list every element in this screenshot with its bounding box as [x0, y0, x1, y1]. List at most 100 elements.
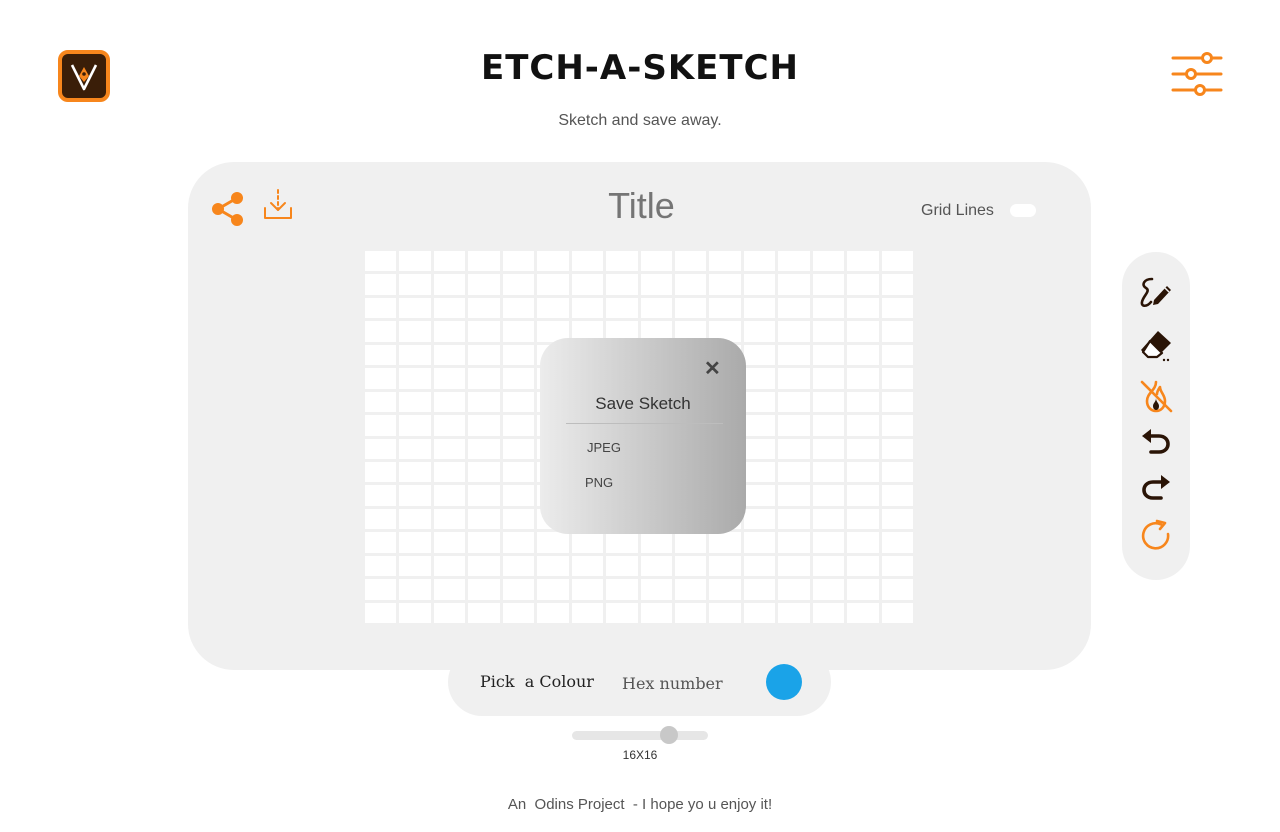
grid-cell[interactable]: [365, 251, 397, 272]
grid-cell[interactable]: [847, 579, 879, 600]
grid-cell[interactable]: [571, 274, 604, 295]
undo-button[interactable]: [1138, 424, 1174, 460]
grid-cell[interactable]: [399, 579, 431, 600]
grid-cell[interactable]: [537, 602, 569, 623]
grid-cell[interactable]: [743, 602, 776, 623]
grid-cell[interactable]: [399, 391, 431, 413]
grid-cell[interactable]: [399, 274, 431, 295]
grid-cell[interactable]: [433, 391, 466, 413]
grid-cell[interactable]: [881, 579, 913, 600]
grid-cell[interactable]: [502, 251, 535, 272]
grid-cell[interactable]: [502, 344, 535, 366]
grid-cell[interactable]: [468, 274, 500, 295]
grid-cell[interactable]: [571, 251, 604, 272]
grid-cell[interactable]: [640, 297, 672, 319]
grid-cell[interactable]: [743, 344, 776, 366]
grid-cell[interactable]: [433, 508, 466, 530]
grid-cell[interactable]: [468, 485, 500, 506]
grid-cell[interactable]: [468, 321, 500, 342]
draw-tool-button[interactable]: [1138, 274, 1174, 310]
grid-cell[interactable]: [468, 461, 500, 483]
grid-cell[interactable]: [743, 321, 776, 342]
grid-cell[interactable]: [365, 579, 397, 600]
grid-cell[interactable]: [881, 461, 913, 483]
grid-cell[interactable]: [812, 438, 845, 459]
grid-cell[interactable]: [399, 321, 431, 342]
grid-cell[interactable]: [468, 344, 500, 366]
grid-size-slider[interactable]: [572, 725, 708, 745]
grid-cell[interactable]: [606, 251, 638, 272]
grid-cell[interactable]: [399, 251, 431, 272]
grid-cell[interactable]: [468, 297, 500, 319]
grid-cell[interactable]: [812, 297, 845, 319]
grid-cell[interactable]: [365, 461, 397, 483]
grid-cell[interactable]: [606, 297, 638, 319]
grid-cell[interactable]: [812, 485, 845, 506]
grid-cell[interactable]: [847, 251, 879, 272]
grid-cell[interactable]: [640, 555, 672, 577]
grid-cell[interactable]: [778, 297, 810, 319]
grid-cell[interactable]: [778, 438, 810, 459]
grid-cell[interactable]: [571, 532, 604, 553]
grid-cell[interactable]: [606, 532, 638, 553]
redo-button[interactable]: [1138, 470, 1174, 506]
grid-cell[interactable]: [433, 555, 466, 577]
grid-cell[interactable]: [709, 251, 741, 272]
grid-cell[interactable]: [433, 415, 466, 436]
grid-cell[interactable]: [571, 297, 604, 319]
grid-cell[interactable]: [743, 438, 776, 459]
grid-cell[interactable]: [743, 391, 776, 413]
grid-cell[interactable]: [433, 251, 466, 272]
grid-cell[interactable]: [743, 461, 776, 483]
grid-cell[interactable]: [433, 532, 466, 553]
grid-cell[interactable]: [606, 602, 638, 623]
grid-cell[interactable]: [502, 555, 535, 577]
grid-cell[interactable]: [571, 602, 604, 623]
grid-cell[interactable]: [468, 579, 500, 600]
grid-cell[interactable]: [812, 251, 845, 272]
grid-cell[interactable]: [365, 344, 397, 366]
grid-cell[interactable]: [812, 602, 845, 623]
grid-cell[interactable]: [778, 274, 810, 295]
grid-cell[interactable]: [433, 297, 466, 319]
grid-cell[interactable]: [881, 344, 913, 366]
grid-cell[interactable]: [743, 508, 776, 530]
grid-cell[interactable]: [399, 555, 431, 577]
rainbow-tool-button[interactable]: [1138, 378, 1174, 414]
grid-cell[interactable]: [365, 391, 397, 413]
grid-lines-toggle[interactable]: [1010, 204, 1036, 217]
grid-cell[interactable]: [502, 485, 535, 506]
grid-cell[interactable]: [433, 274, 466, 295]
grid-cell[interactable]: [502, 368, 535, 389]
grid-cell[interactable]: [433, 461, 466, 483]
grid-cell[interactable]: [365, 274, 397, 295]
grid-cell[interactable]: [778, 391, 810, 413]
grid-cell[interactable]: [433, 485, 466, 506]
grid-cell[interactable]: [502, 274, 535, 295]
grid-cell[interactable]: [640, 579, 672, 600]
grid-cell[interactable]: [881, 297, 913, 319]
grid-cell[interactable]: [365, 555, 397, 577]
grid-cell[interactable]: [881, 321, 913, 342]
grid-cell[interactable]: [468, 532, 500, 553]
grid-cell[interactable]: [881, 532, 913, 553]
grid-cell[interactable]: [606, 555, 638, 577]
colour-swatch[interactable]: [766, 664, 802, 700]
grid-cell[interactable]: [537, 297, 569, 319]
grid-cell[interactable]: [778, 579, 810, 600]
grid-cell[interactable]: [433, 368, 466, 389]
grid-cell[interactable]: [674, 555, 707, 577]
grid-cell[interactable]: [502, 508, 535, 530]
grid-cell[interactable]: [812, 415, 845, 436]
grid-cell[interactable]: [468, 368, 500, 389]
grid-cell[interactable]: [399, 368, 431, 389]
grid-cell[interactable]: [674, 251, 707, 272]
grid-cell[interactable]: [743, 251, 776, 272]
grid-cell[interactable]: [881, 415, 913, 436]
grid-cell[interactable]: [778, 368, 810, 389]
grid-cell[interactable]: [502, 321, 535, 342]
grid-cell[interactable]: [743, 579, 776, 600]
grid-cell[interactable]: [778, 321, 810, 342]
grid-cell[interactable]: [502, 415, 535, 436]
grid-cell[interactable]: [640, 274, 672, 295]
